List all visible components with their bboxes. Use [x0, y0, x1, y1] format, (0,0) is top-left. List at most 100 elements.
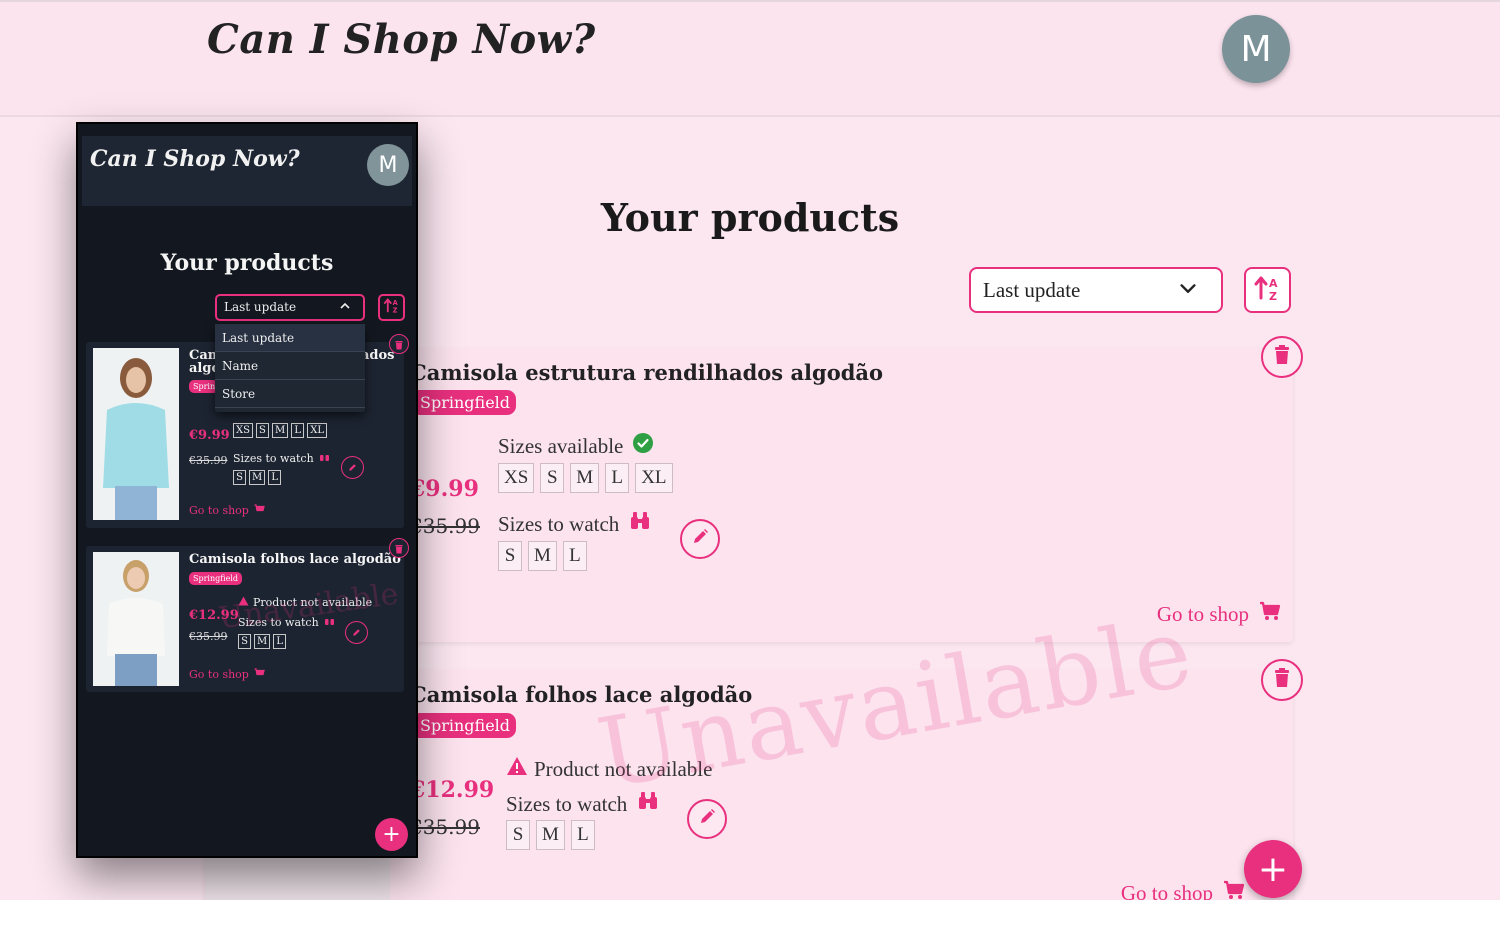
app-header: Can I Shop Now? M — [0, 2, 1500, 117]
preview-delete-button[interactable] — [389, 538, 409, 558]
size-chip: S — [506, 820, 530, 850]
size-chip: XS — [233, 423, 253, 438]
preview-sizes-watch-list: S M L — [238, 634, 287, 649]
add-product-button[interactable]: + — [1244, 840, 1302, 898]
preview-store-tag: Springfield — [189, 572, 243, 585]
size-chip: XL — [635, 463, 673, 493]
preview-sort-menu: Last update Name Store — [215, 324, 365, 412]
trash-icon — [1274, 668, 1290, 692]
chevron-down-icon — [1177, 278, 1199, 305]
current-price: €9.99 — [410, 476, 479, 502]
sizes-watch-label: Sizes to watch — [498, 511, 651, 537]
preview-product-name-tail: ados — [361, 348, 395, 363]
size-chip: M — [570, 463, 600, 493]
preview-product-name: Camisola folhos lace algodão — [189, 552, 401, 567]
cart-icon — [1223, 880, 1245, 900]
preview-edit-button[interactable] — [345, 621, 368, 644]
pencil-icon — [351, 623, 362, 642]
store-tag: Springfield — [410, 390, 517, 415]
sort-option-name[interactable]: Name — [215, 352, 365, 380]
sort-direction-button[interactable]: A Z — [1244, 267, 1291, 313]
preview-current-price: €9.99 — [189, 428, 230, 443]
sort-select-value: Last update — [983, 277, 1081, 302]
delete-product-button[interactable] — [1261, 336, 1303, 378]
store-tag: Springfield — [410, 713, 517, 738]
pencil-icon — [347, 458, 358, 477]
size-chip: M — [249, 470, 266, 485]
sizes-available-list: XS S M L XL — [498, 463, 673, 493]
current-price: €12.99 — [410, 777, 495, 803]
dark-mode-preview: Can I Shop Now? M Your products Last upd… — [76, 122, 418, 858]
size-chip: L — [273, 634, 287, 649]
size-chip: L — [268, 470, 282, 485]
preview-page-title: Your products — [160, 250, 334, 276]
size-chip: XL — [307, 423, 327, 438]
chevron-up-icon — [339, 297, 351, 320]
sizes-available-label: Sizes available — [498, 433, 654, 459]
preview-original-price: €35.99 — [189, 454, 228, 467]
brand-title[interactable]: Can I Shop Now? — [207, 16, 596, 63]
preview-sort-direction-button[interactable]: A Z — [378, 294, 405, 321]
user-avatar[interactable]: M — [1222, 15, 1290, 83]
size-chip: L — [562, 541, 587, 571]
preview-go-to-shop-link[interactable]: Go to shop — [189, 504, 265, 517]
preview-delete-button[interactable] — [389, 334, 409, 354]
plus-icon: + — [382, 822, 401, 847]
svg-text:A: A — [1269, 277, 1278, 290]
size-chip: S — [540, 463, 565, 493]
plus-icon: + — [1257, 848, 1289, 890]
sort-option-store[interactable]: Store — [215, 380, 365, 408]
trash-icon — [1274, 345, 1290, 369]
preview-sort-select[interactable]: Last update — [215, 294, 365, 321]
svg-text:Z: Z — [1269, 290, 1277, 302]
size-chip: S — [233, 470, 246, 485]
sort-select[interactable]: Last update — [969, 267, 1223, 313]
preview-sizes-watch-label: Sizes to watch — [233, 452, 330, 465]
trash-icon — [395, 539, 403, 558]
product-photo — [205, 855, 390, 900]
warning-icon — [506, 756, 528, 782]
preview-sizes-available-list: XS S M L XL — [233, 423, 327, 438]
size-chip: M — [536, 820, 565, 850]
size-chip: S — [498, 541, 522, 571]
preview-add-product-button[interactable]: + — [375, 818, 408, 851]
preview-sizes-watch-list: S M L — [233, 470, 282, 485]
size-chip: S — [238, 634, 251, 649]
product-name: Camisola estrutura rendilhados algodão — [410, 360, 884, 385]
preview-edit-button[interactable] — [341, 456, 364, 479]
size-chip: L — [570, 820, 595, 850]
preview-sort-value: Last update — [224, 300, 297, 314]
size-chip: L — [291, 423, 305, 438]
sizes-watch-list: S M L — [498, 541, 587, 571]
size-chip: S — [255, 423, 269, 438]
svg-text:Z: Z — [392, 307, 397, 314]
binoculars-icon — [629, 511, 651, 537]
cart-icon — [254, 504, 265, 517]
preview-header: Can I Shop Now? M — [82, 136, 412, 206]
binoculars-icon — [319, 452, 330, 465]
edit-sizes-button[interactable] — [680, 519, 720, 559]
pencil-icon — [690, 527, 710, 551]
size-chip: M — [528, 541, 557, 571]
product-photo — [93, 348, 179, 520]
product-photo — [93, 552, 179, 686]
cart-icon — [1259, 601, 1281, 627]
delete-product-button[interactable] — [1261, 659, 1303, 701]
edit-sizes-button[interactable] — [687, 799, 727, 839]
size-chip: L — [605, 463, 630, 493]
size-chip: M — [271, 423, 289, 438]
pencil-icon — [697, 807, 717, 831]
original-price: €35.99 — [410, 514, 480, 538]
preview-go-to-shop-link[interactable]: Go to shop — [189, 668, 265, 681]
sizes-watch-list: S M L — [506, 820, 595, 850]
go-to-shop-link[interactable]: Go to shop — [1121, 880, 1245, 900]
sort-az-icon: A Z — [383, 297, 401, 318]
check-circle-icon — [633, 433, 654, 459]
app-stage: Can I Shop Now? M Your products Last upd… — [0, 0, 1500, 900]
sort-az-icon: A Z — [1253, 274, 1283, 306]
preview-brand[interactable]: Can I Shop Now? — [90, 146, 300, 172]
size-chip: M — [254, 634, 271, 649]
preview-avatar[interactable]: M — [367, 144, 409, 186]
sort-option-last-update[interactable]: Last update — [215, 324, 365, 352]
cart-icon — [254, 668, 265, 681]
